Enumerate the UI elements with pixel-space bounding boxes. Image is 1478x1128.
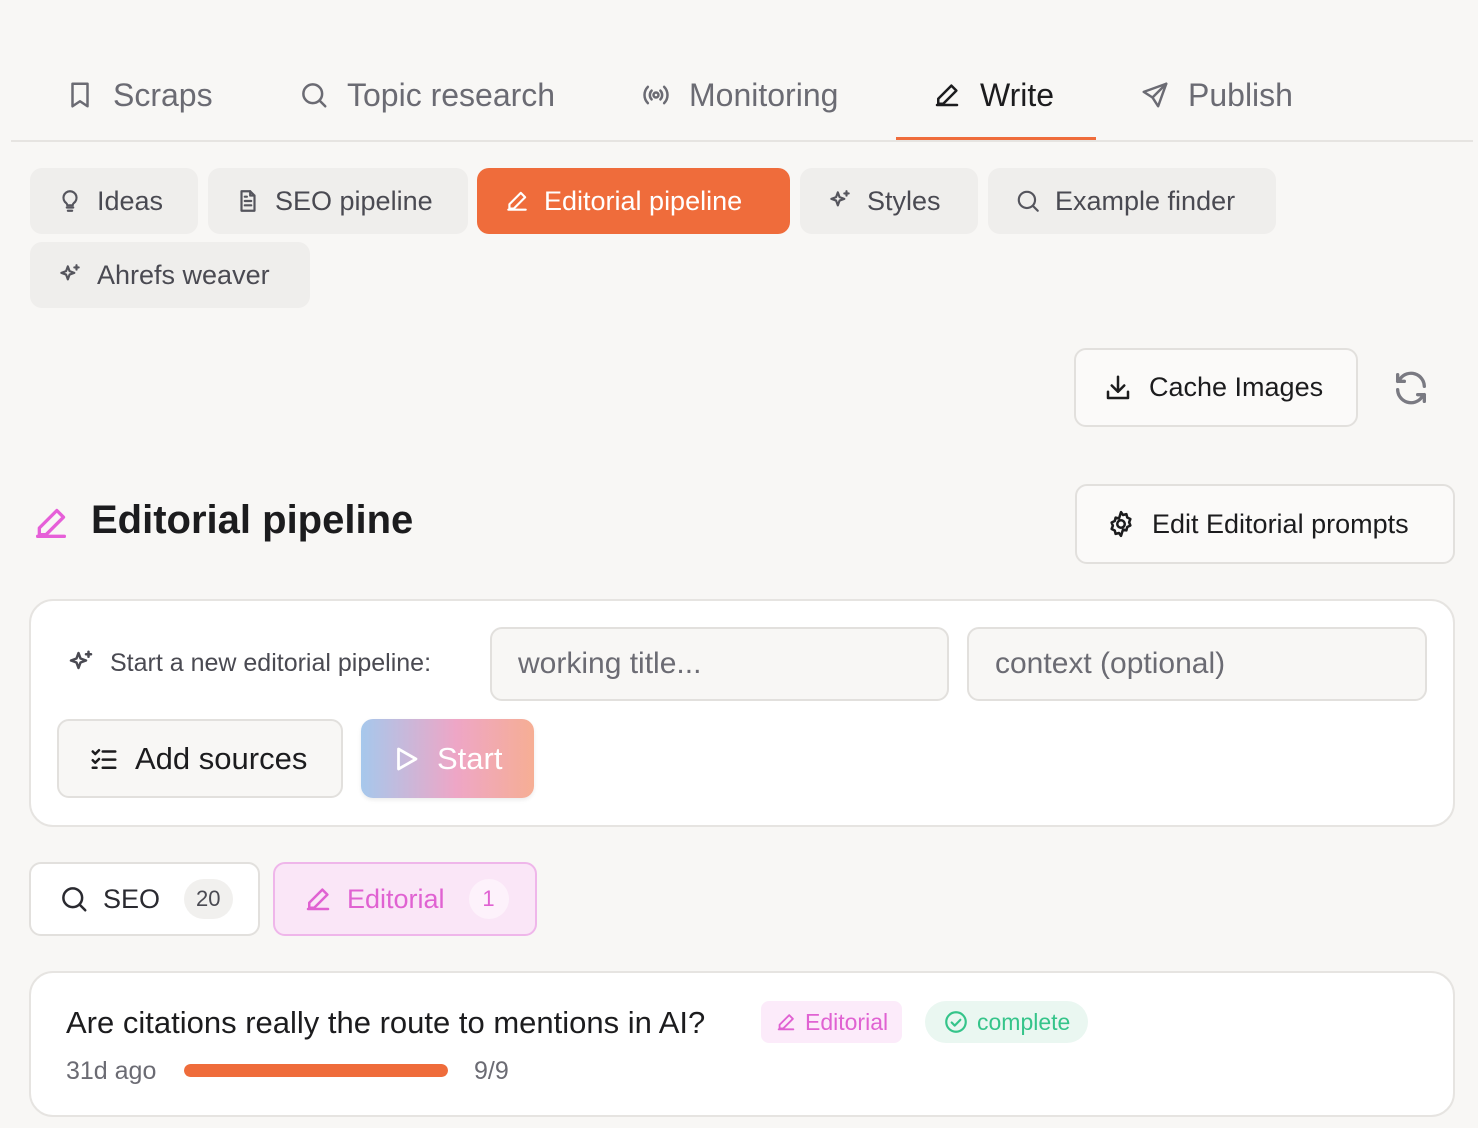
section-pen-icon (31, 503, 71, 543)
check-circle-icon (943, 1009, 969, 1035)
gear-icon (1106, 509, 1136, 539)
pen-icon (932, 80, 962, 110)
refresh-button[interactable] (1391, 368, 1431, 408)
active-tab-indicator (896, 137, 1096, 140)
subnav-label: Ideas (97, 185, 164, 216)
tab-publish[interactable]: Publish (1140, 48, 1293, 142)
type-badge-label: Editorial (805, 1008, 889, 1035)
broadcast-icon (641, 80, 671, 110)
cache-images-label: Cache Images (1149, 372, 1324, 402)
type-badge: Editorial (761, 1001, 903, 1043)
sparkles-icon (66, 648, 96, 678)
tab-label: Write (980, 76, 1055, 113)
add-sources-button[interactable]: Add sources (57, 719, 343, 798)
tab-monitoring[interactable]: Monitoring (641, 48, 838, 142)
top-nav: Scraps Topic research Monitoring Write P… (11, 48, 1473, 142)
subnav-label: Styles (867, 185, 941, 216)
page-title: Editorial pipeline (91, 498, 414, 542)
pipeline-age: 31d ago (66, 1057, 157, 1085)
pen-icon (31, 503, 71, 543)
start-button[interactable]: Start (361, 719, 534, 798)
new-pipeline-label-text: Start a new editorial pipeline: (110, 648, 432, 677)
subnav-styles[interactable]: Styles (800, 168, 978, 234)
subnav-ahrefs-weaver[interactable]: Ahrefs weaver (30, 242, 310, 308)
new-pipeline-label: Start a new editorial pipeline: (66, 648, 431, 678)
tab-label: Monitoring (689, 76, 839, 113)
cache-images-button[interactable]: Cache Images (1074, 348, 1358, 427)
subnav-seo-pipeline[interactable]: SEO pipeline (208, 168, 468, 234)
subnav-example-finder[interactable]: Example finder (988, 168, 1276, 234)
pen-icon (775, 1011, 797, 1033)
search-icon (299, 80, 329, 110)
pen-icon (504, 188, 530, 214)
checklist-icon (89, 744, 119, 774)
filter-label: Editorial (347, 883, 445, 914)
download-icon (1103, 373, 1133, 403)
subnav-label: Example finder (1055, 185, 1236, 216)
subnav-label: Editorial pipeline (544, 185, 743, 216)
subnav-label: Ahrefs weaver (97, 259, 270, 290)
progress-fill (184, 1064, 448, 1077)
filter-count: 20 (184, 879, 233, 919)
sparkles-icon (57, 262, 83, 288)
search-icon (59, 884, 89, 914)
filter-label: SEO (103, 883, 161, 914)
start-label: Start (437, 740, 503, 776)
search-icon (1015, 188, 1041, 214)
tab-label: Scraps (113, 76, 213, 113)
document-icon (235, 188, 261, 214)
status-badge: complete (925, 1001, 1089, 1043)
send-icon (1140, 80, 1170, 110)
pipeline-list-item[interactable] (29, 971, 1455, 1117)
edit-prompts-label: Edit Editorial prompts (1152, 508, 1409, 539)
tab-scraps[interactable]: Scraps (65, 48, 213, 142)
lightbulb-icon (57, 188, 83, 214)
progress-count: 9/9 (474, 1057, 509, 1085)
subnav-editorial-pipeline[interactable]: Editorial pipeline (477, 168, 790, 234)
filter-seo[interactable]: SEO 20 (29, 862, 260, 936)
tab-write[interactable]: Write (932, 48, 1054, 142)
filter-count: 1 (468, 879, 509, 919)
bookmark-icon (65, 80, 95, 110)
subnav-ideas[interactable]: Ideas (30, 168, 198, 234)
context-input[interactable] (967, 627, 1427, 701)
progress-bar (184, 1064, 448, 1077)
tab-label: Topic research (347, 76, 556, 113)
status-label: complete (977, 1008, 1071, 1035)
play-icon (391, 744, 421, 774)
pen-icon (303, 884, 333, 914)
filter-editorial[interactable]: Editorial 1 (273, 862, 537, 936)
sparkles-icon (827, 188, 853, 214)
add-sources-label: Add sources (135, 740, 308, 776)
tab-label: Publish (1188, 76, 1293, 113)
subnav-label: SEO pipeline (275, 185, 433, 216)
refresh-icon (1391, 368, 1431, 408)
tab-topic-research[interactable]: Topic research (299, 48, 555, 142)
edit-editorial-prompts-button[interactable]: Edit Editorial prompts (1075, 484, 1455, 564)
working-title-input[interactable] (490, 627, 949, 701)
pipeline-title: Are citations really the route to mentio… (66, 1005, 706, 1040)
